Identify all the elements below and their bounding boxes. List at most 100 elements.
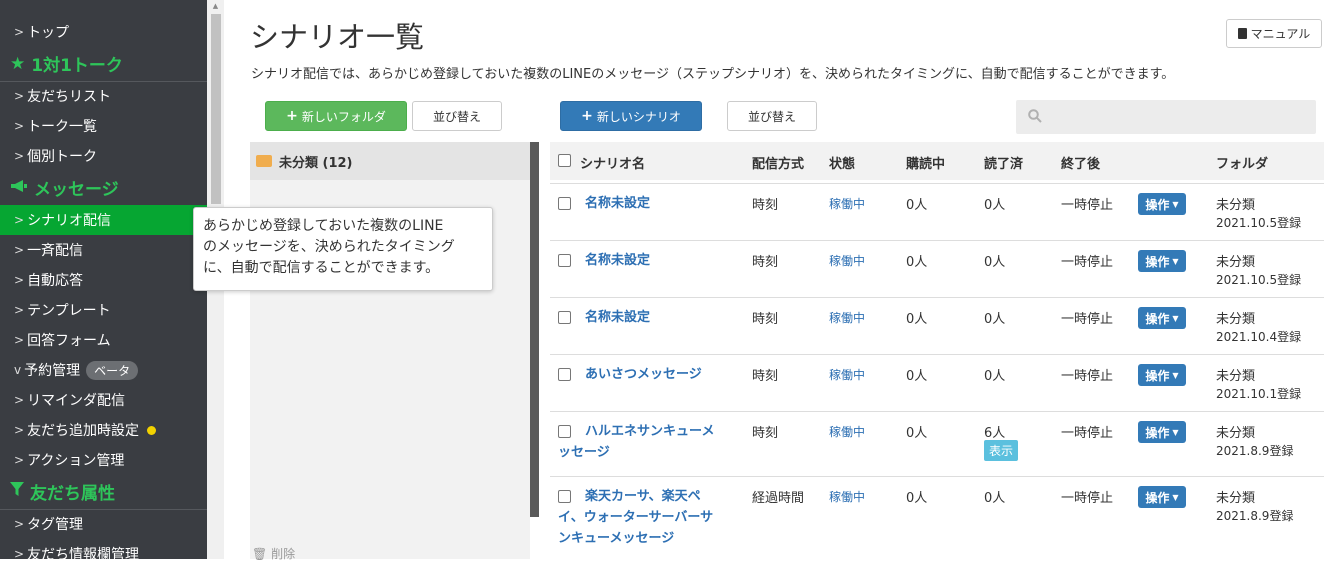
tooltip-line: のメッセージを、決められたタイミング bbox=[203, 239, 455, 255]
subscribers: 0人 bbox=[906, 312, 928, 327]
page-title: シナリオ一覧 bbox=[250, 20, 425, 54]
read-count: 0人 bbox=[984, 491, 1006, 506]
chevron-right-icon: > bbox=[14, 213, 25, 227]
row-checkbox[interactable] bbox=[558, 311, 571, 328]
sidebar-section-attributes: 友だち属性 bbox=[0, 474, 207, 510]
status[interactable]: 稼働中 bbox=[829, 423, 865, 440]
sidebar-item-tag[interactable]: > タグ管理 bbox=[0, 509, 207, 539]
sidebar-item-broadcast[interactable]: > 一斉配信 bbox=[0, 235, 207, 265]
scenario-name-link[interactable]: 名称未設定 bbox=[585, 307, 650, 329]
scenario-name-link[interactable]: 名称未設定 bbox=[585, 250, 650, 272]
caret-down-icon: ▼ bbox=[1172, 313, 1179, 323]
status[interactable]: 稼働中 bbox=[829, 488, 865, 505]
scenario-name-link-line2[interactable]: ッセージ bbox=[558, 442, 610, 464]
chevron-right-icon: > bbox=[14, 273, 25, 287]
chevron-right-icon: > bbox=[14, 517, 25, 531]
registered-date: 2021.10.4登録 bbox=[1216, 330, 1302, 344]
chevron-right-icon: > bbox=[14, 423, 25, 437]
sidebar-item-scenario[interactable]: > シナリオ配信 bbox=[0, 205, 207, 235]
folder-label: 未分類 (12) bbox=[279, 155, 353, 171]
col-after-end: 終了後 bbox=[1061, 157, 1101, 172]
row-checkbox[interactable] bbox=[558, 197, 571, 214]
sort-folders-button[interactable]: 並び替え bbox=[412, 101, 502, 131]
sidebar-item-label: テンプレート bbox=[27, 303, 111, 319]
new-folder-button[interactable]: + 新しいフォルダ bbox=[265, 101, 407, 131]
row-checkbox[interactable] bbox=[558, 490, 571, 507]
delete-button[interactable]: 🗑 削除 bbox=[252, 545, 295, 562]
select-all-checkbox[interactable] bbox=[558, 154, 571, 171]
method: 時刻 bbox=[752, 255, 779, 270]
sidebar-item-label: 自動応答 bbox=[27, 273, 84, 289]
folder-item[interactable]: 未分類 (12) bbox=[250, 142, 530, 180]
sidebar-item-talk-list[interactable]: > トーク一覧 bbox=[0, 111, 207, 141]
operations-dropdown[interactable]: 操作 ▼ bbox=[1138, 250, 1186, 272]
col-name: シナリオ名 bbox=[580, 157, 646, 172]
after-end: 一時停止 bbox=[1061, 255, 1114, 270]
sidebar-item-label: 予約管理 bbox=[24, 363, 81, 379]
section-label: メッセージ bbox=[34, 180, 119, 200]
tooltip-line: に、自動で配信することができます。 bbox=[203, 260, 440, 276]
show-readers-button[interactable]: 表示 bbox=[984, 440, 1019, 461]
chevron-down-icon: v bbox=[14, 363, 22, 377]
sidebar-item-friend-add-settings[interactable]: > 友だち追加時設定 bbox=[0, 415, 207, 445]
sidebar-item-reservation[interactable]: v 予約管理 ベータ bbox=[0, 355, 207, 385]
sidebar-item-friends-list[interactable]: > 友だちリスト bbox=[0, 81, 207, 111]
subscribers: 0人 bbox=[906, 491, 928, 506]
status[interactable]: 稼働中 bbox=[829, 309, 865, 326]
search-input[interactable] bbox=[1016, 100, 1316, 134]
scroll-up-arrow-icon[interactable]: ▲ bbox=[207, 0, 224, 12]
ops-label: 操作 bbox=[1145, 311, 1170, 326]
sidebar-item-label: 回答フォーム bbox=[27, 333, 111, 349]
section-label: 友だち属性 bbox=[30, 484, 115, 504]
scenario-name-link-line2[interactable]: イ、ウォーターサーバーサ bbox=[558, 507, 713, 529]
caret-down-icon: ▼ bbox=[1172, 256, 1179, 266]
row-checkbox[interactable] bbox=[558, 254, 571, 271]
new-scenario-button[interactable]: + 新しいシナリオ bbox=[560, 101, 702, 131]
scenario-name-link[interactable]: 名称未設定 bbox=[585, 193, 650, 215]
scenario-name-link[interactable]: あいさつメッセージ bbox=[585, 364, 702, 386]
after-end: 一時停止 bbox=[1061, 369, 1114, 384]
sidebar-scrollbar-thumb[interactable] bbox=[211, 14, 221, 204]
sidebar-item-reminder[interactable]: > リマインダ配信 bbox=[0, 385, 207, 415]
sidebar-item-action[interactable]: > アクション管理 bbox=[0, 445, 207, 475]
col-status: 状態 bbox=[829, 157, 856, 172]
sidebar-item-label: 友だち追加時設定 bbox=[27, 423, 140, 439]
sidebar-item-individual-talk[interactable]: > 個別トーク bbox=[0, 141, 207, 171]
scenario-name-link-line1[interactable]: ハルエネサンキューメ bbox=[585, 421, 714, 443]
ops-label: 操作 bbox=[1145, 425, 1170, 440]
operations-dropdown[interactable]: 操作 ▼ bbox=[1138, 193, 1186, 215]
row-checkbox[interactable] bbox=[558, 425, 571, 442]
sidebar-item-top[interactable]: > トップ bbox=[0, 17, 207, 47]
row-checkbox[interactable] bbox=[558, 368, 571, 385]
folder-pane-scrollbar[interactable] bbox=[530, 142, 539, 517]
operations-dropdown[interactable]: 操作 ▼ bbox=[1138, 421, 1186, 443]
manual-button[interactable]: マニュアル bbox=[1226, 19, 1322, 48]
ops-label: 操作 bbox=[1145, 254, 1170, 269]
operations-dropdown[interactable]: 操作 ▼ bbox=[1138, 307, 1186, 329]
sidebar-item-auto-reply[interactable]: > 自動応答 bbox=[0, 265, 207, 295]
sort-scenarios-button[interactable]: 並び替え bbox=[727, 101, 817, 131]
operations-dropdown[interactable]: 操作 ▼ bbox=[1138, 364, 1186, 386]
status[interactable]: 稼働中 bbox=[829, 195, 865, 212]
sidebar-item-friend-info[interactable]: > 友だち情報欄管理 bbox=[0, 539, 207, 569]
chevron-right-icon: > bbox=[14, 243, 25, 257]
scenario-name-link-line3[interactable]: ンキューメッセージ bbox=[558, 528, 674, 550]
megaphone-icon bbox=[10, 178, 28, 198]
scenario-name-link-line1[interactable]: 楽天カーサ、楽天ペ bbox=[585, 486, 701, 508]
sidebar-item-label: トーク一覧 bbox=[27, 119, 98, 135]
ops-label: 操作 bbox=[1145, 368, 1170, 383]
button-label: 新しいシナリオ bbox=[596, 109, 681, 124]
sidebar-item-label: シナリオ配信 bbox=[27, 213, 112, 229]
sidebar-item-template[interactable]: > テンプレート bbox=[0, 295, 207, 325]
caret-down-icon: ▼ bbox=[1172, 199, 1179, 209]
operations-dropdown[interactable]: 操作 ▼ bbox=[1138, 486, 1186, 508]
sidebar-item-answer-form[interactable]: > 回答フォーム bbox=[0, 325, 207, 355]
table-row: ハルエネサンキューメ ッセージ 時刻 稼働中 0人 6人 表示 一時停止 操作 ▼… bbox=[550, 411, 1324, 476]
status[interactable]: 稼働中 bbox=[829, 252, 865, 269]
manual-label: マニュアル bbox=[1250, 27, 1311, 41]
chevron-right-icon: > bbox=[14, 25, 25, 39]
status[interactable]: 稼働中 bbox=[829, 366, 865, 383]
registered-date: 2021.10.5登録 bbox=[1216, 273, 1302, 287]
notification-dot bbox=[147, 425, 157, 435]
folder-name: 未分類 bbox=[1216, 312, 1256, 327]
